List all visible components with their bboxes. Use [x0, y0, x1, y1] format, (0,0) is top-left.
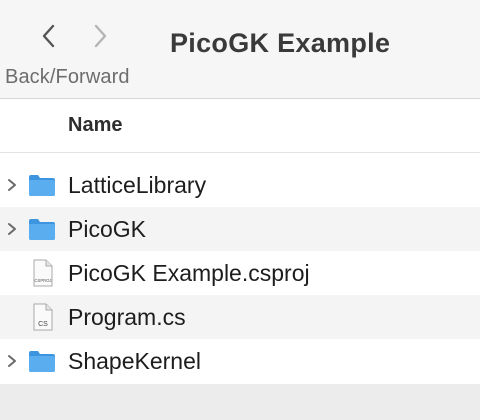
nav-label: Back/Forward: [5, 66, 130, 88]
toolbar: Back/Forward PicoGK Example: [0, 0, 480, 98]
window-footer: [0, 384, 480, 420]
chevron-left-icon: [33, 20, 65, 52]
chevron-right-icon: [84, 20, 116, 52]
file-badge: CSPROJ: [35, 278, 52, 283]
file-list: Name LatticeLibrary PicoGK CSPROJ PicoGK…: [0, 99, 480, 384]
window-title: PicoGK Example: [170, 28, 391, 58]
back-button[interactable]: [33, 20, 65, 52]
list-item[interactable]: CSPROJ PicoGK Example.csproj: [0, 251, 480, 295]
document-icon: CSPROJ: [27, 258, 57, 288]
forward-button[interactable]: [84, 20, 116, 52]
folder-icon: [27, 214, 57, 244]
file-name: Program.cs: [68, 304, 186, 330]
list-item[interactable]: ShapeKernel: [0, 339, 480, 383]
list-item[interactable]: LatticeLibrary: [0, 163, 480, 207]
file-badge: CS: [38, 321, 48, 328]
file-name: ShapeKernel: [68, 348, 201, 374]
document-icon: CS: [27, 302, 57, 332]
disclosure-triangle[interactable]: [5, 353, 19, 369]
file-name: PicoGK: [68, 216, 146, 242]
file-name: LatticeLibrary: [68, 172, 207, 198]
folder-icon: [27, 170, 57, 200]
list-item[interactable]: CS Program.cs: [0, 295, 480, 339]
name-column-header[interactable]: Name: [0, 99, 480, 152]
folder-icon: [27, 346, 57, 376]
disclosure-triangle[interactable]: [5, 177, 19, 193]
disclosure-triangle[interactable]: [5, 221, 19, 237]
name-column-label: Name: [68, 114, 123, 136]
file-name: PicoGK Example.csproj: [68, 260, 310, 286]
list-item[interactable]: PicoGK: [0, 207, 480, 251]
header-divider: [0, 152, 480, 153]
